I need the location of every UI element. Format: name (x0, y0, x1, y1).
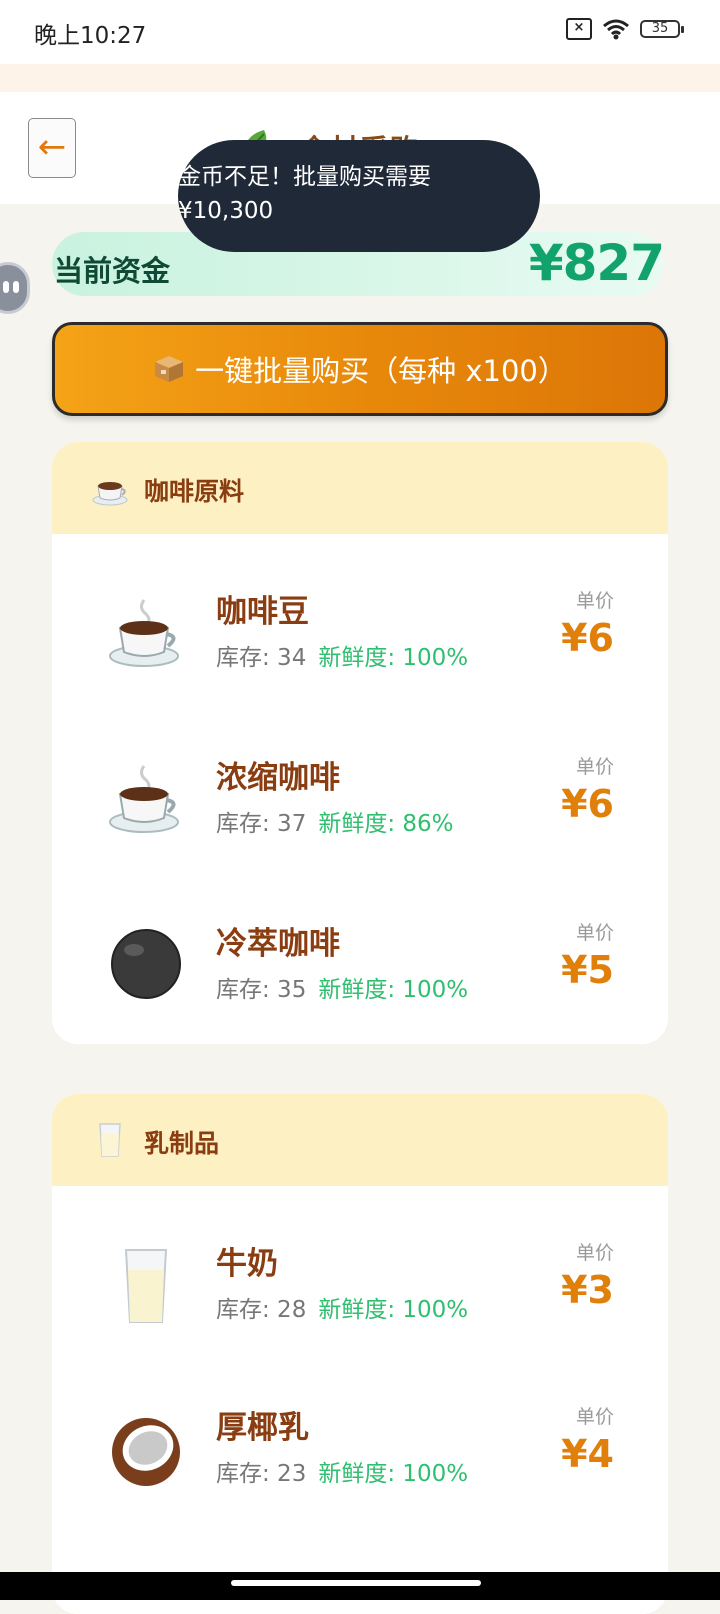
no-sim-icon: × (566, 18, 592, 40)
ingredient-meta: 库存: 28 新鲜度: 100% (216, 1290, 468, 1324)
ingredient-row[interactable]: 牛奶 库存: 28 新鲜度: 100% 单价 ¥3 (52, 1186, 668, 1354)
ingredient-meta: 库存: 34 新鲜度: 100% (216, 638, 468, 672)
category-header: 咖啡原料 (52, 442, 668, 534)
bulk-buy-button[interactable]: 一键批量购买（每种 x100） (52, 322, 668, 416)
freshness-text: 新鲜度: 100% (318, 645, 469, 671)
price-label: 单价 (575, 756, 614, 778)
coffee-cup-icon (109, 599, 179, 667)
ingredient-name: 咖啡豆 (216, 594, 309, 630)
freshness-text: 新鲜度: 86% (318, 811, 454, 837)
system-nav-bar (0, 1572, 720, 1600)
ingredient-name: 牛奶 (216, 1246, 278, 1282)
category-title: 咖啡原料 (144, 477, 245, 506)
ingredient-row[interactable]: 冷萃咖啡 库存: 35 新鲜度: 100% 单价 ¥5 (52, 870, 668, 1038)
category-title: 乳制品 (144, 1129, 220, 1158)
freshness-text: 新鲜度: 100% (318, 1297, 469, 1323)
stock-text: 库存: 34 (216, 645, 307, 671)
price-label: 单价 (575, 590, 614, 612)
status-icons: × 35 (566, 18, 684, 40)
toast-message: 金币不足！批量购买需要¥10,300 (178, 140, 540, 252)
header-strip (0, 64, 720, 92)
coffee-cup-icon (109, 765, 179, 833)
ingredient-row[interactable]: 咖啡豆 库存: 34 新鲜度: 100% 单价 ¥6 (52, 534, 668, 702)
price-label: 单价 (575, 922, 614, 944)
funds-value: ¥827 (528, 234, 665, 292)
price-value: ¥6 (561, 782, 614, 826)
ingredient-meta: 库存: 23 新鲜度: 100% (216, 1454, 468, 1488)
price-label: 单价 (575, 1242, 614, 1264)
category-card-dairy: 乳制品 牛奶 库存: 28 新鲜度: 100% 单价 ¥3 厚椰乳 库存: 23 新… (52, 1094, 668, 1614)
floating-assistant-button[interactable] (0, 262, 30, 314)
status-bar: 晚上10:27 × 35 (0, 0, 720, 64)
eye-icon (13, 281, 19, 293)
coconut-icon (112, 1418, 180, 1486)
ingredient-name: 浓缩咖啡 (216, 760, 340, 796)
price-value: ¥3 (561, 1268, 614, 1312)
stock-text: 库存: 23 (216, 1461, 307, 1487)
ingredient-name: 冷萃咖啡 (216, 926, 340, 962)
coffee-cup-icon (92, 482, 128, 506)
stock-text: 库存: 37 (216, 811, 307, 837)
freshness-text: 新鲜度: 100% (318, 977, 469, 1003)
stock-text: 库存: 35 (216, 977, 307, 1003)
ingredient-row[interactable]: 厚椰乳 库存: 23 新鲜度: 100% 单价 ¥4 (52, 1354, 668, 1522)
battery-icon: 35 (640, 20, 684, 38)
price-label: 单价 (575, 1406, 614, 1428)
home-indicator[interactable] (231, 1580, 481, 1586)
black-circle-icon (111, 929, 181, 999)
ingredient-row[interactable]: 浓缩咖啡 库存: 37 新鲜度: 86% 单价 ¥6 (52, 702, 668, 870)
milk-glass-icon (124, 1249, 168, 1323)
freshness-text: 新鲜度: 100% (318, 1461, 469, 1487)
price-value: ¥6 (561, 616, 614, 660)
ingredient-meta: 库存: 35 新鲜度: 100% (216, 970, 468, 1004)
funds-label: 当前资金 (54, 254, 171, 288)
category-header: 乳制品 (52, 1094, 668, 1186)
wifi-icon (603, 19, 629, 40)
category-card-coffee: 咖啡原料 咖啡豆 库存: 34 新鲜度: 100% 单价 ¥6 浓缩咖啡 库存: … (52, 442, 668, 1044)
milk-glass-icon (99, 1123, 121, 1157)
ingredient-meta: 库存: 37 新鲜度: 86% (216, 804, 454, 838)
eye-icon (3, 281, 9, 293)
package-icon (155, 356, 184, 382)
price-value: ¥5 (561, 948, 614, 992)
bulk-buy-label: 一键批量购买（每种 x100） (195, 354, 567, 388)
price-value: ¥4 (561, 1432, 614, 1476)
ingredient-name: 厚椰乳 (216, 1410, 309, 1446)
status-time: 晚上10:27 (34, 23, 147, 49)
stock-text: 库存: 28 (216, 1297, 307, 1323)
back-button[interactable]: ← (28, 118, 76, 178)
